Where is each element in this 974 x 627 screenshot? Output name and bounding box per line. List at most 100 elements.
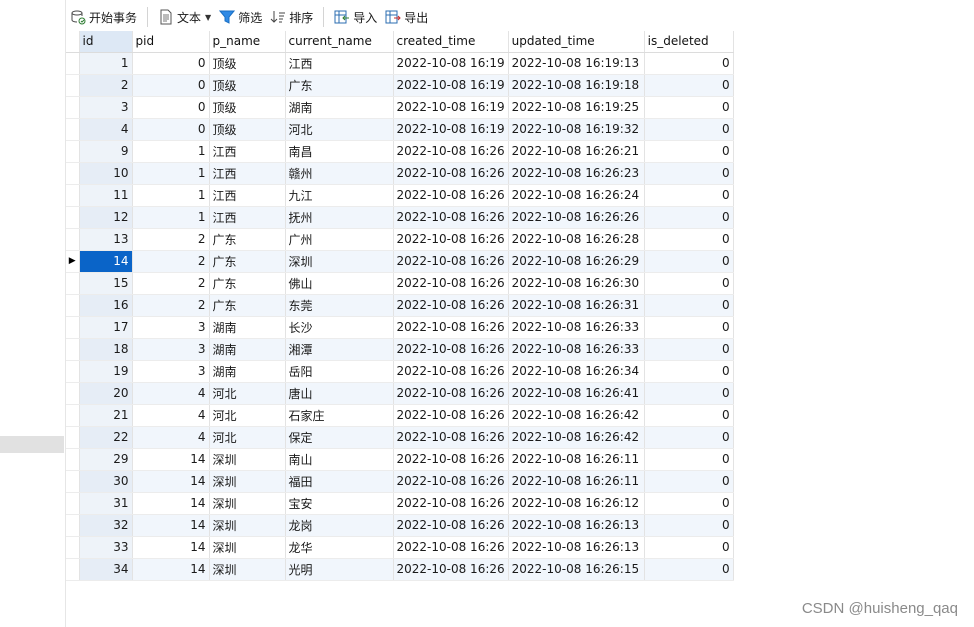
cell-is-deleted[interactable]: 0 (644, 250, 734, 273)
cell-id[interactable]: 14 (79, 250, 133, 273)
current-row-indicator-icon[interactable]: ▶ (66, 250, 80, 273)
cell-updated-time[interactable]: 2022-10-08 16:26:29 (508, 250, 645, 273)
table-row[interactable]: 11 1 江西 九江 2022-10-08 16:26 2022-10-08 16:26:… (66, 184, 734, 207)
cell-is-deleted[interactable]: 0 (644, 96, 734, 119)
cell-p-name[interactable]: 顶级 (209, 96, 286, 119)
cell-is-deleted[interactable]: 0 (644, 52, 734, 75)
table-row[interactable]: 30 14 深圳 福田 2022-10-08 16:26 2022-10-08 16:26… (66, 470, 734, 493)
cell-pid[interactable]: 14 (132, 448, 210, 471)
table-row[interactable]: 18 3 湖南 湘潭 2022-10-08 16:26 2022-10-08 16:26:… (66, 338, 734, 361)
cell-pid[interactable]: 14 (132, 514, 210, 537)
begin-transaction-button[interactable]: 开始事务 (66, 5, 141, 29)
cell-pid[interactable]: 1 (132, 206, 210, 229)
cell-id[interactable]: 10 (79, 162, 133, 185)
cell-pid[interactable]: 14 (132, 558, 210, 581)
cell-updated-time[interactable]: 2022-10-08 16:26:33 (508, 338, 645, 361)
cell-current-name[interactable]: 石家庄 (285, 404, 394, 427)
cell-pid[interactable]: 3 (132, 360, 210, 383)
cell-pid[interactable]: 0 (132, 52, 210, 75)
cell-current-name[interactable]: 东莞 (285, 294, 394, 317)
cell-updated-time[interactable]: 2022-10-08 16:26:33 (508, 316, 645, 339)
cell-created-time[interactable]: 2022-10-08 16:26 (393, 536, 509, 559)
cell-is-deleted[interactable]: 0 (644, 184, 734, 207)
column-header-updated-time[interactable]: updated_time (508, 31, 645, 53)
cell-created-time[interactable]: 2022-10-08 16:26 (393, 272, 509, 295)
cell-id[interactable]: 31 (79, 492, 133, 515)
table-row[interactable]: 12 1 江西 抚州 2022-10-08 16:26 2022-10-08 16:26:… (66, 206, 734, 229)
cell-created-time[interactable]: 2022-10-08 16:26 (393, 448, 509, 471)
row-indicator[interactable] (66, 228, 80, 251)
cell-current-name[interactable]: 南昌 (285, 140, 394, 163)
cell-created-time[interactable]: 2022-10-08 16:26 (393, 382, 509, 405)
cell-id[interactable]: 12 (79, 206, 133, 229)
cell-is-deleted[interactable]: 0 (644, 228, 734, 251)
table-row[interactable]: 34 14 深圳 光明 2022-10-08 16:26 2022-10-08 16:26… (66, 558, 734, 581)
import-button[interactable]: 导入 (330, 5, 381, 29)
row-indicator[interactable] (66, 536, 80, 559)
cell-is-deleted[interactable]: 0 (644, 206, 734, 229)
cell-created-time[interactable]: 2022-10-08 16:19 (393, 52, 509, 75)
cell-current-name[interactable]: 抚州 (285, 206, 394, 229)
cell-p-name[interactable]: 广东 (209, 294, 286, 317)
cell-p-name[interactable]: 顶级 (209, 52, 286, 75)
cell-updated-time[interactable]: 2022-10-08 16:26:15 (508, 558, 645, 581)
cell-current-name[interactable]: 光明 (285, 558, 394, 581)
cell-current-name[interactable]: 岳阳 (285, 360, 394, 383)
cell-id[interactable]: 32 (79, 514, 133, 537)
cell-is-deleted[interactable]: 0 (644, 338, 734, 361)
cell-created-time[interactable]: 2022-10-08 16:26 (393, 184, 509, 207)
cell-is-deleted[interactable]: 0 (644, 558, 734, 581)
cell-id[interactable]: 16 (79, 294, 133, 317)
table-row[interactable]: 16 2 广东 东莞 2022-10-08 16:26 2022-10-08 16:26:… (66, 294, 734, 317)
cell-pid[interactable]: 3 (132, 338, 210, 361)
cell-updated-time[interactable]: 2022-10-08 16:26:26 (508, 206, 645, 229)
cell-is-deleted[interactable]: 0 (644, 360, 734, 383)
row-indicator[interactable] (66, 272, 80, 295)
cell-p-name[interactable]: 广东 (209, 272, 286, 295)
cell-current-name[interactable]: 龙华 (285, 536, 394, 559)
cell-p-name[interactable]: 深圳 (209, 558, 286, 581)
cell-p-name[interactable]: 深圳 (209, 492, 286, 515)
cell-id[interactable]: 2 (79, 74, 133, 97)
cell-created-time[interactable]: 2022-10-08 16:26 (393, 250, 509, 273)
cell-created-time[interactable]: 2022-10-08 16:26 (393, 426, 509, 449)
table-row[interactable]: 1 0 顶级 江西 2022-10-08 16:19 2022-10-08 16:19:1… (66, 52, 734, 75)
cell-updated-time[interactable]: 2022-10-08 16:19:18 (508, 74, 645, 97)
cell-pid[interactable]: 3 (132, 316, 210, 339)
cell-p-name[interactable]: 顶级 (209, 118, 286, 141)
cell-p-name[interactable]: 湖南 (209, 360, 286, 383)
cell-is-deleted[interactable]: 0 (644, 426, 734, 449)
table-row[interactable]: 33 14 深圳 龙华 2022-10-08 16:26 2022-10-08 16:26… (66, 536, 734, 559)
table-row[interactable]: 13 2 广东 广州 2022-10-08 16:26 2022-10-08 16:26:… (66, 228, 734, 251)
cell-updated-time[interactable]: 2022-10-08 16:26:12 (508, 492, 645, 515)
cell-updated-time[interactable]: 2022-10-08 16:19:25 (508, 96, 645, 119)
cell-p-name[interactable]: 江西 (209, 206, 286, 229)
cell-pid[interactable]: 4 (132, 426, 210, 449)
cell-pid[interactable]: 0 (132, 96, 210, 119)
cell-updated-time[interactable]: 2022-10-08 16:26:41 (508, 382, 645, 405)
cell-id[interactable]: 29 (79, 448, 133, 471)
cell-is-deleted[interactable]: 0 (644, 316, 734, 339)
cell-current-name[interactable]: 龙岗 (285, 514, 394, 537)
cell-updated-time[interactable]: 2022-10-08 16:26:28 (508, 228, 645, 251)
cell-pid[interactable]: 14 (132, 492, 210, 515)
cell-p-name[interactable]: 广东 (209, 250, 286, 273)
column-header-p-name[interactable]: p_name (209, 31, 286, 53)
row-indicator[interactable] (66, 470, 80, 493)
cell-id[interactable]: 17 (79, 316, 133, 339)
cell-updated-time[interactable]: 2022-10-08 16:26:34 (508, 360, 645, 383)
row-indicator[interactable] (66, 448, 80, 471)
cell-current-name[interactable]: 广东 (285, 74, 394, 97)
cell-pid[interactable]: 2 (132, 272, 210, 295)
cell-is-deleted[interactable]: 0 (644, 514, 734, 537)
cell-id[interactable]: 11 (79, 184, 133, 207)
table-row[interactable]: 3 0 顶级 湖南 2022-10-08 16:19 2022-10-08 16:19:2… (66, 96, 734, 119)
cell-p-name[interactable]: 江西 (209, 140, 286, 163)
table-row[interactable]: 10 1 江西 赣州 2022-10-08 16:26 2022-10-08 16:26:… (66, 162, 734, 185)
row-indicator[interactable] (66, 74, 80, 97)
cell-pid[interactable]: 0 (132, 118, 210, 141)
cell-pid[interactable]: 2 (132, 294, 210, 317)
cell-is-deleted[interactable]: 0 (644, 272, 734, 295)
cell-updated-time[interactable]: 2022-10-08 16:26:11 (508, 470, 645, 493)
cell-created-time[interactable]: 2022-10-08 16:26 (393, 558, 509, 581)
